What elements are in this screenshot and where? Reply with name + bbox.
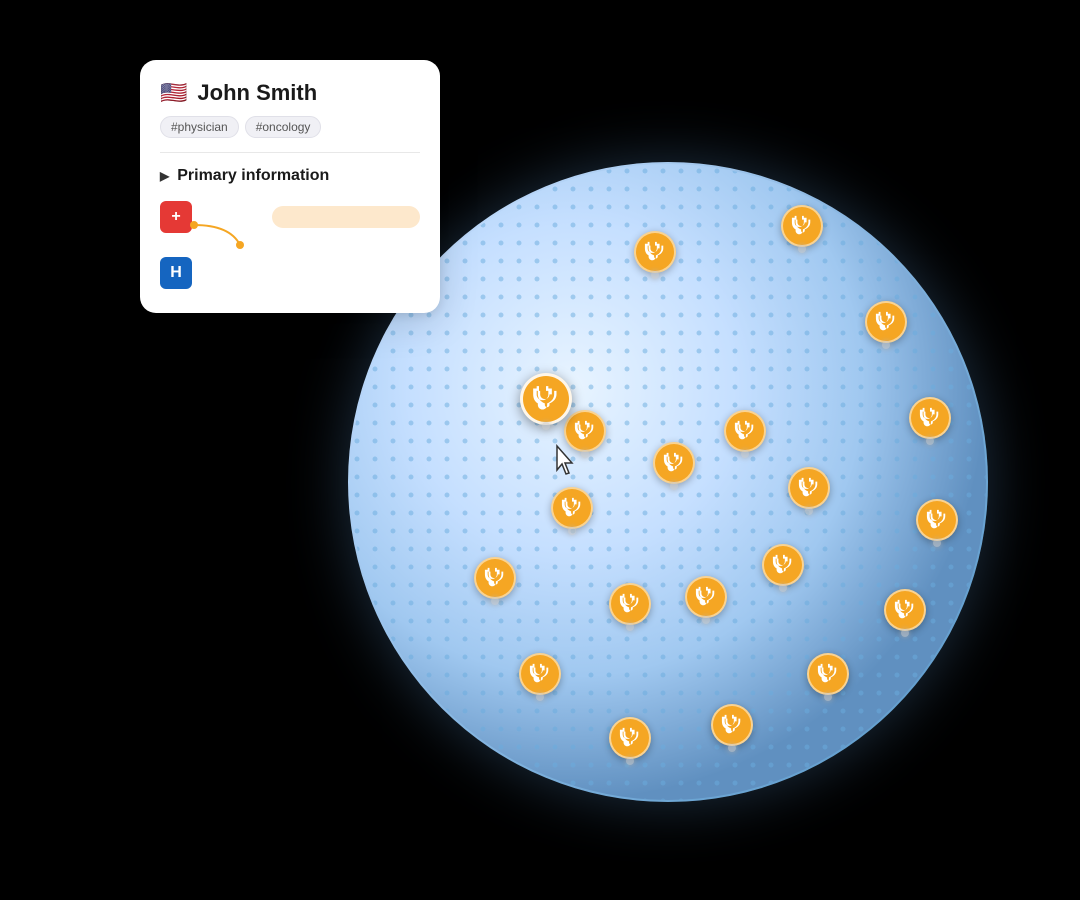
pin-upper-right-mid[interactable] [788, 467, 830, 509]
tags-container: #physician #oncology [160, 116, 420, 138]
stethoscope-icon-11 [484, 567, 506, 589]
pin-top-center[interactable] [634, 231, 676, 273]
stethoscope-icon-12 [561, 497, 583, 519]
stethoscope-icon-19 [619, 593, 641, 615]
main-scene: dots placeholder [0, 0, 1080, 900]
card-header: 🇺🇸 John Smith [160, 80, 420, 106]
globe: dots placeholder [348, 162, 988, 802]
pin-bottom-cright[interactable] [711, 704, 753, 746]
globe-container: dots placeholder [348, 162, 988, 802]
conn-bar-1 [272, 206, 420, 228]
stethoscope-icon-active [532, 385, 560, 413]
stethoscope-icon-14 [734, 420, 756, 442]
stethoscope-icon [644, 241, 666, 263]
pin-top-right[interactable] [781, 205, 823, 247]
chevron-icon: ▶ [160, 169, 169, 183]
stethoscope-icon-13 [663, 452, 685, 474]
stethoscope-icon-4 [919, 407, 941, 429]
stethoscope-icon-17 [695, 586, 717, 608]
plus-icon: + [160, 201, 192, 233]
pin-bottom-left[interactable] [519, 653, 561, 695]
person-name: John Smith [197, 80, 317, 106]
pin-center-right[interactable] [724, 410, 766, 452]
stethoscope-icon-2 [791, 215, 813, 237]
stethoscope-icon-5 [926, 509, 948, 531]
pin-right-lower[interactable] [884, 589, 926, 631]
pin-bottom-center[interactable] [609, 717, 651, 759]
stethoscope-icon-9 [619, 727, 641, 749]
stethoscope-icon-7 [817, 663, 839, 685]
connection-row-1: + [160, 201, 420, 233]
pin-center-bottom[interactable] [685, 576, 727, 618]
stethoscope-icon-8 [721, 714, 743, 736]
connections-container: + H [160, 201, 420, 289]
pin-bottom-right[interactable] [807, 653, 849, 695]
section-title[interactable]: ▶ Primary information [160, 167, 420, 185]
stethoscope-icon-15 [798, 477, 820, 499]
stethoscope-icon-16 [772, 554, 794, 576]
pin-center[interactable] [653, 442, 695, 484]
pin-left-center[interactable] [564, 410, 606, 452]
divider-1 [160, 152, 420, 153]
stethoscope-icon-18 [574, 420, 596, 442]
pin-center-lower-left-alt[interactable] [609, 583, 651, 625]
pin-left-lower[interactable] [474, 557, 516, 599]
tag-oncology: #oncology [245, 116, 322, 138]
pin-right[interactable] [909, 397, 951, 439]
profile-card: 🇺🇸 John Smith #physician #oncology ▶ Pri… [140, 60, 440, 313]
stethoscope-icon-10 [529, 663, 551, 685]
pin-center-lower-right[interactable] [762, 544, 804, 586]
pin-active[interactable] [520, 373, 572, 425]
tag-physician: #physician [160, 116, 239, 138]
pin-right-top[interactable] [865, 301, 907, 343]
pin-right-mid[interactable] [916, 499, 958, 541]
hospital-icon: H [160, 257, 192, 289]
stethoscope-icon-6 [894, 599, 916, 621]
connection-row-2: H [160, 257, 420, 289]
pin-center-lower-left[interactable] [551, 487, 593, 529]
flag-icon: 🇺🇸 [160, 82, 187, 104]
stethoscope-icon-3 [875, 311, 897, 333]
section-title-text: Primary information [177, 167, 329, 185]
